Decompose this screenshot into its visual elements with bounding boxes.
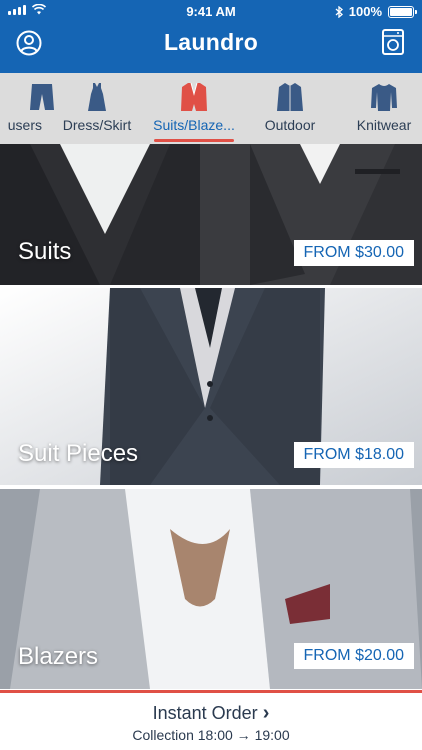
app-title: Laundro: [163, 29, 259, 55]
tab-label: Dress/Skirt: [62, 117, 132, 133]
product-price: FROM $20.00: [293, 643, 414, 669]
instant-order-button[interactable]: Instant Order ›: [0, 702, 422, 725]
tab-label: users: [7, 117, 42, 133]
product-name: Suit Pieces: [18, 440, 139, 467]
jacket-icon: [277, 83, 303, 111]
sweater-icon: [371, 84, 397, 111]
product-card-blazers[interactable]: Blazers FROM $20.00: [0, 489, 422, 689]
blazer-icon: [181, 82, 207, 111]
app-header: 9:41 AM 100% Laundro: [0, 0, 422, 73]
category-tabs: users Dress/Skirt Suits/Blaze... Outdoor…: [0, 73, 422, 144]
product-price: FROM $18.00: [293, 442, 414, 468]
product-name: Blazers: [18, 643, 99, 670]
product-price: FROM $30.00: [293, 240, 414, 266]
tab-label: Outdoor: [264, 117, 316, 133]
tab-knitwear[interactable]: Knitwear: [344, 73, 422, 144]
product-card-suits[interactable]: Suits FROM $30.00: [0, 144, 422, 285]
battery-icon: [388, 5, 417, 18]
tab-outdoor[interactable]: Outdoor: [252, 73, 328, 144]
tab-label: Suits/Blaze...: [153, 117, 235, 133]
tab-trousers[interactable]: users: [0, 73, 54, 144]
battery-percent: 100%: [348, 4, 382, 19]
tab-suits-blazers[interactable]: Suits/Blaze...: [146, 73, 242, 144]
product-name: Suits: [18, 238, 72, 265]
instant-order-bar[interactable]: Instant Order › Collection 18:00 → 19:00: [0, 690, 422, 750]
instant-order-label: Instant Order: [152, 703, 258, 723]
status-bar: 9:41 AM 100%: [0, 0, 422, 22]
product-card-suit-pieces[interactable]: Suit Pieces FROM $18.00: [0, 288, 422, 485]
tab-label: Knitwear: [356, 117, 412, 133]
tab-dress-skirt[interactable]: Dress/Skirt: [52, 73, 142, 144]
washing-machine-icon[interactable]: [382, 29, 404, 55]
chevron-right-icon: ›: [262, 702, 270, 724]
active-tab-indicator: [154, 139, 234, 142]
collection-time: Collection 18:00 → 19:00: [132, 727, 290, 743]
dress-icon: [88, 83, 106, 111]
bluetooth-icon: [335, 5, 343, 18]
